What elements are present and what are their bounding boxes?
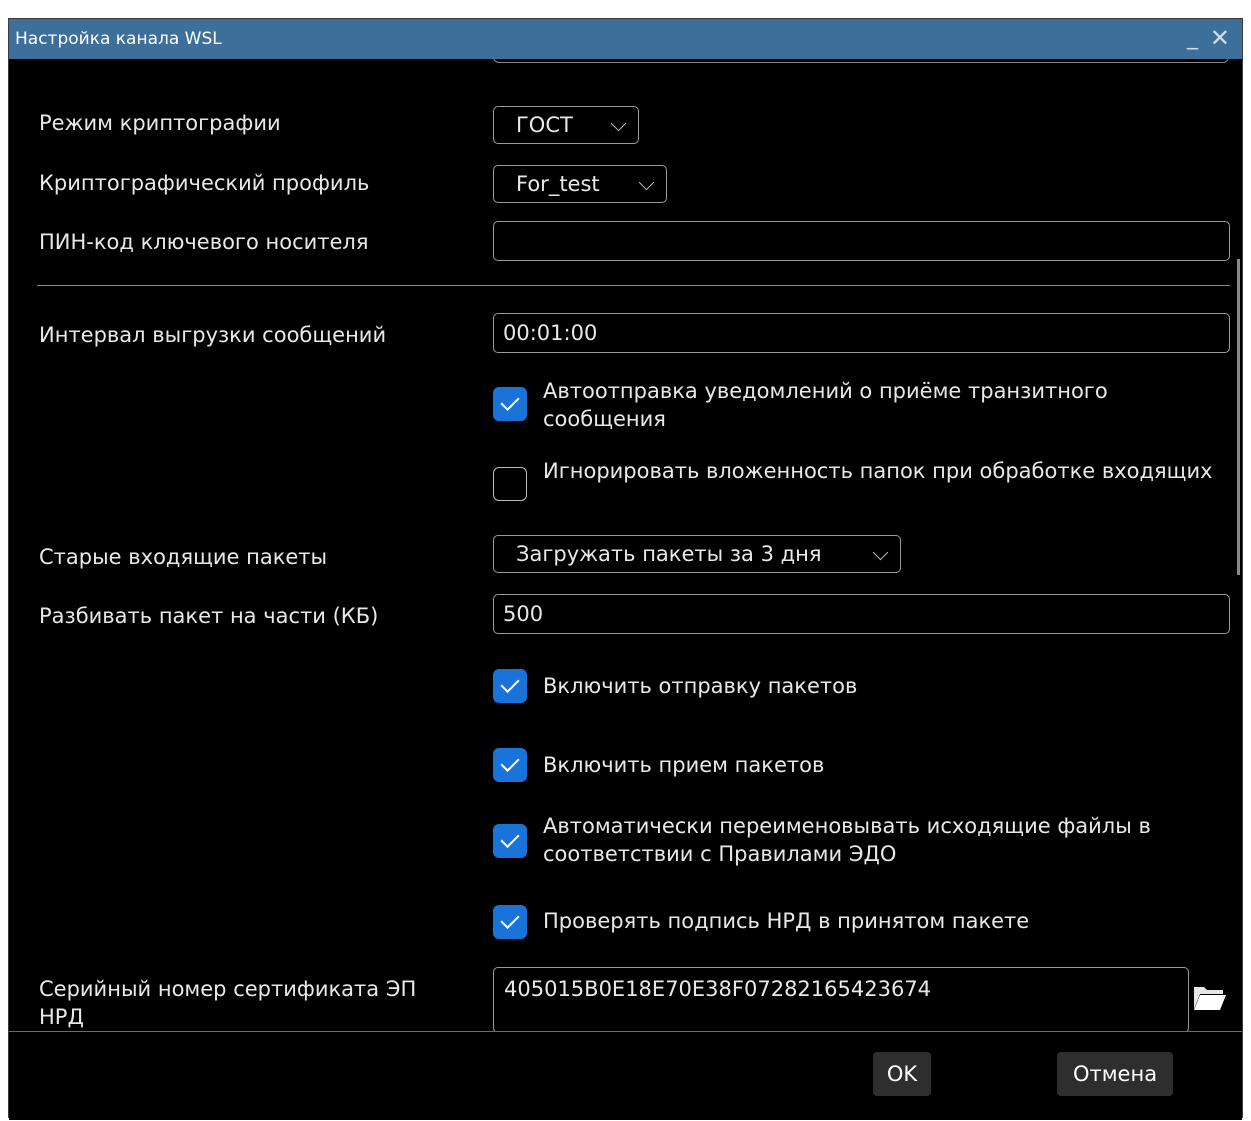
crypto-mode-select[interactable]: ГОСТ <box>493 106 639 144</box>
crypto-profile-label: Криптографический профиль <box>39 171 370 195</box>
crypto-mode-value: ГОСТ <box>516 113 573 137</box>
crypto-profile-select[interactable]: For_test <box>493 165 667 203</box>
chevron-down-icon <box>638 174 655 191</box>
chevron-down-icon <box>610 115 627 132</box>
split-packet-input[interactable]: 500 <box>493 594 1230 634</box>
pin-input[interactable] <box>493 221 1230 261</box>
split-packet-label: Разбивать пакет на части (КБ) <box>39 604 379 628</box>
ok-button[interactable]: OK <box>873 1052 931 1096</box>
check-icon <box>500 391 520 412</box>
chevron-down-icon <box>872 544 889 561</box>
ignore-folders-label[interactable]: Игнорировать вложенность папок при обраб… <box>543 457 1233 485</box>
dialog-footer: OK Отмена <box>9 1031 1242 1120</box>
old-packets-select[interactable]: Загружать пакеты за 3 дня <box>493 535 901 573</box>
close-icon[interactable]: ✕ <box>1210 23 1230 53</box>
scrolled-field-edge <box>493 59 1229 63</box>
check-icon <box>500 673 520 694</box>
minimize-icon[interactable]: _ <box>1187 23 1198 53</box>
auto-rename-label[interactable]: Автоматически переименовывать исходящие … <box>543 812 1233 868</box>
old-packets-label: Старые входящие пакеты <box>39 545 328 569</box>
ignore-folders-checkbox[interactable] <box>493 467 527 501</box>
check-icon <box>500 752 520 773</box>
check-icon <box>500 828 520 849</box>
check-icon <box>500 909 520 930</box>
upload-interval-label: Интервал выгрузки сообщений <box>39 323 387 347</box>
folder-open-icon[interactable] <box>1192 983 1228 1013</box>
auto-notify-checkbox[interactable] <box>493 387 527 421</box>
enable-send-checkbox[interactable] <box>493 669 527 703</box>
upload-interval-input[interactable]: 00:01:00 <box>493 313 1230 353</box>
settings-dialog: Настройка канала WSL _ ✕ Режим криптогра… <box>8 18 1243 1120</box>
verify-signature-checkbox[interactable] <box>493 905 527 939</box>
window-title: Настройка канала WSL <box>15 29 222 49</box>
section-divider <box>37 285 1230 286</box>
scrollbar[interactable] <box>1237 259 1240 575</box>
cancel-button[interactable]: Отмена <box>1057 1052 1173 1096</box>
crypto-profile-value: For_test <box>516 172 600 196</box>
form-content: Режим криптографии ГОСТ Криптографически… <box>9 59 1242 1031</box>
crypto-mode-label: Режим криптографии <box>39 111 281 135</box>
auto-rename-checkbox[interactable] <box>493 824 527 858</box>
enable-receive-label[interactable]: Включить прием пакетов <box>543 751 1233 779</box>
enable-receive-checkbox[interactable] <box>493 748 527 782</box>
cert-serial-label: Серийный номер сертификата ЭП НРД <box>39 977 417 1029</box>
pin-label: ПИН-код ключевого носителя <box>39 230 369 254</box>
old-packets-value: Загружать пакеты за 3 дня <box>516 542 822 566</box>
cert-serial-input[interactable]: 405015B0E18E70E38F07282165423674 <box>493 967 1189 1031</box>
enable-send-label[interactable]: Включить отправку пакетов <box>543 672 1233 700</box>
title-bar[interactable]: Настройка канала WSL _ ✕ <box>9 19 1242 59</box>
verify-signature-label[interactable]: Проверять подпись НРД в принятом пакете <box>543 907 1233 935</box>
auto-notify-label[interactable]: Автоотправка уведомлений о приёме транзи… <box>543 377 1233 433</box>
